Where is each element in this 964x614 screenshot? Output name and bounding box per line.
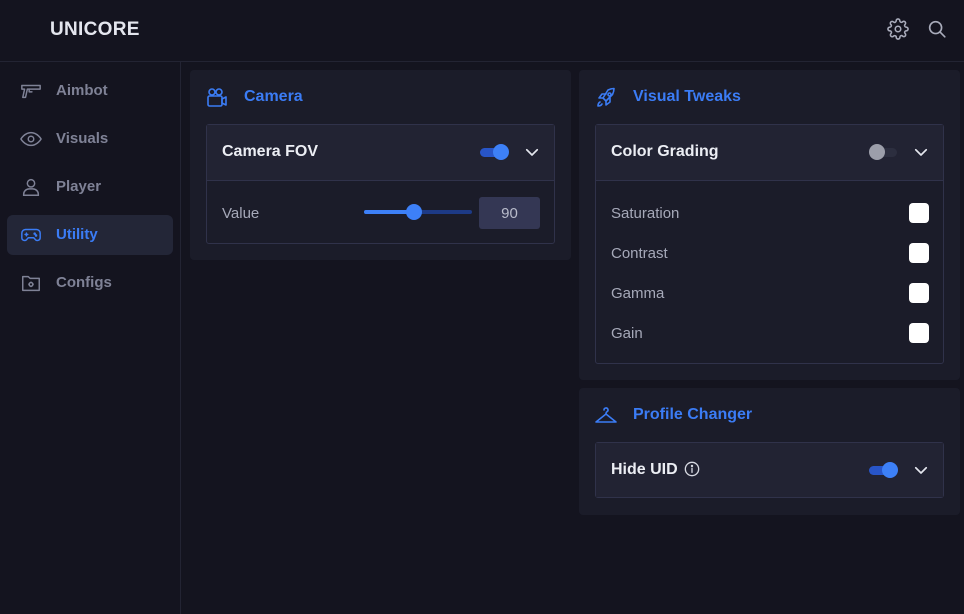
panel-title: Visual Tweaks bbox=[633, 88, 741, 105]
search-icon[interactable] bbox=[926, 18, 948, 40]
contrast-checkbox[interactable] bbox=[909, 243, 929, 263]
option-label-gain: Gain bbox=[611, 325, 643, 342]
option-label-saturation: Saturation bbox=[611, 205, 680, 222]
fov-slider[interactable] bbox=[364, 201, 472, 223]
top-bar: UNICORE bbox=[0, 0, 964, 62]
user-icon bbox=[20, 176, 42, 198]
color-grading-body: Saturation Contrast Gamma Gain bbox=[596, 180, 943, 363]
option-label-gamma: Gamma bbox=[611, 285, 665, 302]
gear-icon[interactable] bbox=[887, 18, 909, 40]
hide-uid-row: Hide UID bbox=[611, 461, 700, 479]
gun-icon bbox=[20, 80, 42, 102]
gamepad-icon bbox=[20, 224, 42, 246]
camera-fov-body: Value bbox=[207, 180, 554, 243]
visual-tweaks-panel: Visual Tweaks Color Grading Saturation C… bbox=[579, 70, 960, 380]
hanger-icon bbox=[594, 404, 618, 428]
panel-title: Profile Changer bbox=[633, 406, 753, 423]
fov-value-input[interactable] bbox=[479, 197, 540, 229]
info-icon[interactable] bbox=[684, 461, 700, 477]
sidebar-item-label: Player bbox=[56, 178, 102, 195]
color-grading-header[interactable]: Color Grading bbox=[596, 125, 943, 180]
sidebar-item-utility[interactable]: Utility bbox=[7, 215, 173, 255]
chevron-down-icon[interactable] bbox=[523, 143, 541, 161]
camera-fov-header[interactable]: Camera FOV bbox=[207, 125, 554, 180]
sidebar-item-visuals[interactable]: Visuals bbox=[7, 119, 173, 159]
sidebar-item-label: Aimbot bbox=[56, 82, 108, 99]
hide-uid-toggle[interactable] bbox=[869, 462, 898, 478]
video-camera-icon bbox=[205, 86, 229, 110]
color-grading-card: Color Grading Saturation Contrast Gamma … bbox=[595, 124, 944, 364]
sidebar-item-label: Configs bbox=[56, 274, 112, 291]
chevron-down-icon[interactable] bbox=[912, 461, 930, 479]
gamma-checkbox[interactable] bbox=[909, 283, 929, 303]
hide-uid-header[interactable]: Hide UID bbox=[596, 443, 943, 497]
saturation-checkbox[interactable] bbox=[909, 203, 929, 223]
profile-changer-panel: Profile Changer Hide UID bbox=[579, 388, 960, 515]
slider-thumb[interactable] bbox=[405, 204, 422, 220]
camera-fov-label: Camera FOV bbox=[222, 143, 319, 160]
folder-gear-icon bbox=[20, 272, 42, 294]
chevron-down-icon[interactable] bbox=[912, 143, 930, 161]
camera-panel: Camera Camera FOV Value bbox=[190, 70, 571, 260]
sidebar: Aimbot Visuals Player Utility Configs bbox=[0, 62, 181, 614]
panel-title: Camera bbox=[244, 88, 303, 105]
gain-checkbox[interactable] bbox=[909, 323, 929, 343]
eye-icon bbox=[20, 128, 42, 150]
app-title: UNICORE bbox=[50, 19, 140, 40]
sidebar-item-player[interactable]: Player bbox=[7, 167, 173, 207]
hide-uid-label: Hide UID bbox=[611, 461, 678, 478]
color-grading-toggle[interactable] bbox=[869, 144, 898, 160]
camera-fov-card: Camera FOV Value bbox=[206, 124, 555, 244]
option-label-contrast: Contrast bbox=[611, 245, 668, 262]
sidebar-item-label: Visuals bbox=[56, 130, 109, 147]
value-label: Value bbox=[222, 205, 260, 222]
color-grading-label: Color Grading bbox=[611, 143, 719, 160]
hide-uid-card: Hide UID bbox=[595, 442, 944, 498]
sidebar-item-aimbot[interactable]: Aimbot bbox=[7, 71, 173, 111]
sidebar-item-configs[interactable]: Configs bbox=[7, 263, 173, 303]
sidebar-item-label: Utility bbox=[56, 226, 98, 243]
rocket-icon bbox=[594, 86, 618, 110]
camera-fov-toggle[interactable] bbox=[480, 144, 509, 160]
